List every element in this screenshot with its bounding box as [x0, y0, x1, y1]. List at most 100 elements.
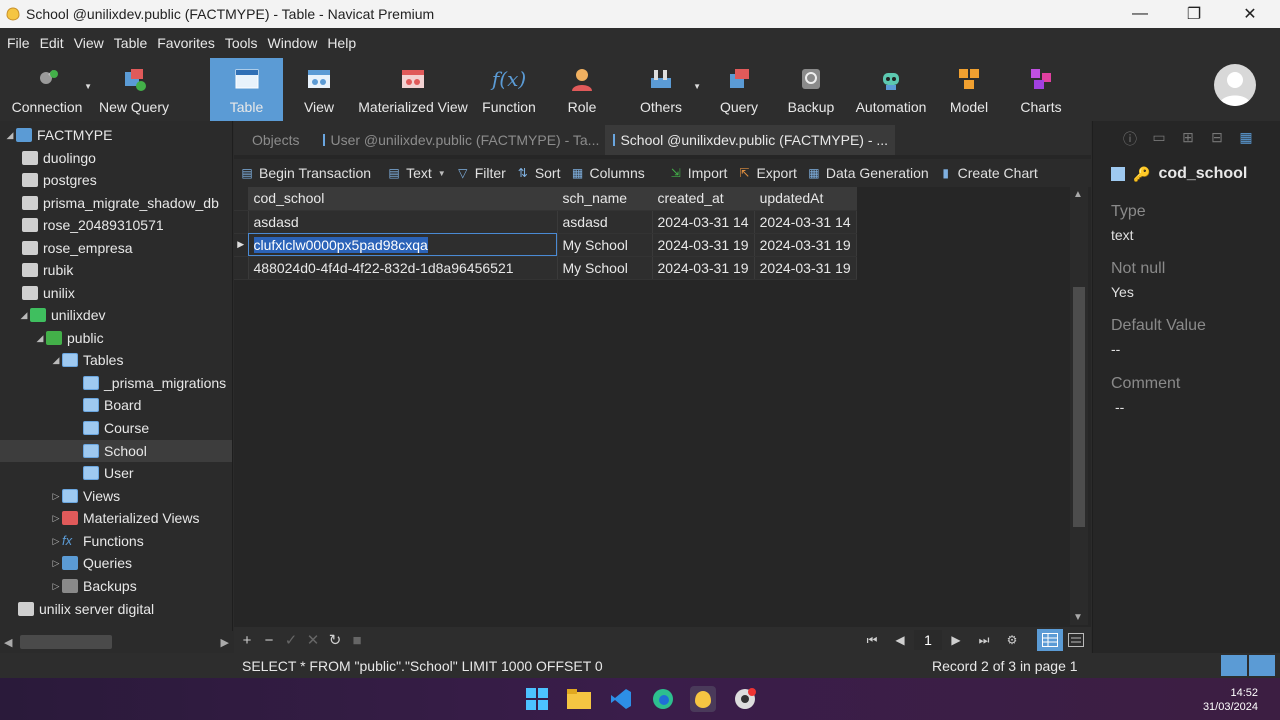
grid-vertical-scrollbar[interactable]: ▲ ▼ — [1070, 187, 1088, 625]
menu-favorites[interactable]: Favorites — [152, 35, 220, 51]
selected-cell-text[interactable]: clufxlclw0000px5pad98cxqa — [253, 236, 428, 253]
tree-connection-unilix-server[interactable]: unilix server digital — [18, 598, 154, 620]
materialized-view-button[interactable]: Materialized View — [355, 58, 471, 121]
create-chart-button[interactable]: ▮ Create Chart — [939, 165, 1037, 181]
last-page-icon[interactable]: ⏭ — [970, 633, 998, 648]
tree-views-group[interactable]: ▷ Views — [50, 485, 121, 507]
tree-functions-group[interactable]: ▷ fx Functions — [50, 530, 144, 552]
page-number-field[interactable]: 1 — [914, 630, 942, 650]
dropdown-arrow-icon[interactable]: ▼ — [693, 82, 701, 91]
import-button[interactable]: ⇲ Import — [669, 165, 728, 181]
column-header-sch-name[interactable]: sch_name — [557, 187, 653, 211]
field-info-icon[interactable]: ▦ — [1235, 129, 1257, 149]
taskbar-clock[interactable]: 14:52 31/03/2024 — [1203, 686, 1258, 714]
tree-queries-group[interactable]: ▷ Queries — [50, 552, 133, 574]
tree-table-course[interactable]: Course — [83, 417, 149, 439]
scroll-up-icon[interactable]: ▲ — [1073, 189, 1083, 200]
tree-backups-group[interactable]: ▷ Backups — [50, 575, 137, 597]
close-button[interactable]: ✕ — [1222, 0, 1278, 28]
expand-arrow-icon[interactable]: ▷ — [50, 536, 62, 547]
grid-cell[interactable]: 2024-03-31 19 — [652, 256, 755, 280]
windows-start-icon[interactable] — [524, 686, 550, 712]
grid-cell-selected[interactable]: clufxlclw0000px5pad98cxqa — [248, 233, 558, 257]
expand-arrow-icon[interactable]: ▷ — [50, 513, 62, 524]
table-button[interactable]: Table — [210, 58, 283, 121]
menu-file[interactable]: File — [2, 35, 35, 51]
scrollbar-thumb[interactable] — [1073, 287, 1085, 527]
tree-db-rose-empresa[interactable]: rose_empresa — [22, 237, 133, 259]
dropdown-arrow-icon[interactable]: ▼ — [84, 82, 92, 91]
function-button[interactable]: f(x) Function — [471, 58, 547, 121]
vscode-icon[interactable] — [608, 686, 634, 712]
collapse-arrow-icon[interactable]: ◢ — [4, 130, 16, 141]
expand-arrow-icon[interactable]: ▷ — [50, 558, 62, 569]
row-marker[interactable] — [234, 256, 249, 280]
toggle-info-panel-icon[interactable] — [1249, 655, 1275, 676]
role-button[interactable]: Role — [547, 58, 617, 121]
file-explorer-icon[interactable] — [566, 686, 592, 712]
columns-button[interactable]: ▦ Columns — [571, 165, 645, 181]
minimize-button[interactable]: — — [1112, 0, 1168, 28]
maximize-button[interactable]: ❐ — [1166, 0, 1222, 28]
grid-cell[interactable]: 2024-03-31 19 — [652, 233, 755, 257]
previous-page-icon[interactable]: ◀ — [886, 633, 914, 647]
ddl-icon[interactable]: ▭ — [1148, 129, 1170, 149]
table-row[interactable]: asdasd asdasd 2024-03-31 14 2024-03-31 1… — [234, 210, 857, 234]
info-icon[interactable]: ⓘ — [1119, 129, 1141, 149]
menu-help[interactable]: Help — [322, 35, 361, 51]
new-query-button[interactable]: New Query — [94, 58, 174, 121]
collapse-arrow-icon[interactable]: ◢ — [50, 355, 62, 366]
tree-db-rubik[interactable]: rubik — [22, 259, 73, 281]
query-button[interactable]: Query — [705, 58, 773, 121]
navicat-taskbar-icon[interactable] — [690, 686, 716, 712]
grid-cell[interactable]: 488024d0-4f4d-4f22-832d-1d8a96456521 — [248, 256, 558, 280]
tree-db-postgres[interactable]: postgres — [22, 169, 97, 191]
others-button[interactable]: Others ▼ — [617, 58, 705, 121]
row-marker[interactable] — [234, 210, 249, 234]
begin-transaction-button[interactable]: ▤ Begin Transaction — [240, 165, 371, 181]
tree-materialized-views-group[interactable]: ▷ Materialized Views — [50, 507, 200, 529]
refresh-icon[interactable]: ↻ — [324, 631, 346, 649]
form-view-toggle-icon[interactable] — [1063, 629, 1089, 651]
tree-db-unilixdev[interactable]: ◢ unilixdev — [18, 304, 106, 326]
next-page-icon[interactable]: ▶ — [942, 633, 970, 647]
scroll-down-icon[interactable]: ▼ — [1073, 612, 1083, 623]
data-generation-button[interactable]: ▦ Data Generation — [807, 165, 928, 181]
collapse-arrow-icon[interactable]: ◢ — [34, 333, 46, 344]
grid-cell[interactable]: My School — [557, 256, 653, 280]
tree-db-rose-2048[interactable]: rose_20489310571 — [22, 214, 164, 236]
chrome-icon[interactable] — [732, 686, 758, 712]
stop-icon[interactable]: ■ — [346, 632, 368, 649]
expand-arrow-icon[interactable]: ▷ — [50, 491, 62, 502]
tree-table-school[interactable]: School — [0, 440, 232, 462]
column-header-cod-school[interactable]: cod_school — [248, 187, 558, 211]
scrollbar-thumb[interactable] — [20, 635, 112, 649]
connection-button[interactable]: Connection ▼ — [0, 58, 94, 121]
tree-schema-public[interactable]: ◢ public — [34, 327, 104, 349]
tab-school-table[interactable]: School @unilixdev.public (FACTMYPE) - ..… — [605, 125, 896, 155]
menu-window[interactable]: Window — [263, 35, 323, 51]
tree-db-prisma-shadow[interactable]: prisma_migrate_shadow_db — [22, 192, 219, 214]
navigator-horizontal-scrollbar[interactable]: ◀ ▶ — [0, 631, 233, 653]
filter-button[interactable]: ▽ Filter — [456, 165, 506, 181]
menu-view[interactable]: View — [69, 35, 109, 51]
automation-button[interactable]: Automation — [849, 58, 933, 121]
backup-button[interactable]: Backup — [773, 58, 849, 121]
grid-cell[interactable]: asdasd — [248, 210, 558, 234]
scroll-right-icon[interactable]: ▶ — [221, 636, 229, 649]
table-row[interactable]: ▶ clufxlclw0000px5pad98cxqa My School 20… — [234, 233, 857, 257]
column-header-created-at[interactable]: created_at — [652, 187, 755, 211]
sort-button[interactable]: ⇅ Sort — [516, 165, 561, 181]
settings-gear-icon[interactable]: ⚙ — [998, 633, 1026, 647]
grid-cell[interactable]: My School — [557, 233, 653, 257]
grid-cell[interactable]: 2024-03-31 19 — [754, 233, 857, 257]
tab-objects[interactable]: Objects — [234, 125, 315, 155]
charts-button[interactable]: Charts — [1005, 58, 1077, 121]
dependencies-icon[interactable]: ⊟ — [1206, 129, 1228, 149]
model-button[interactable]: Model — [933, 58, 1005, 121]
tree-db-unilix[interactable]: unilix — [22, 282, 75, 304]
grid-cell[interactable]: 2024-03-31 14 — [754, 210, 857, 234]
grid-cell[interactable]: asdasd — [557, 210, 653, 234]
add-record-icon[interactable]: + — [236, 632, 258, 649]
relations-icon[interactable]: ⊞ — [1177, 129, 1199, 149]
